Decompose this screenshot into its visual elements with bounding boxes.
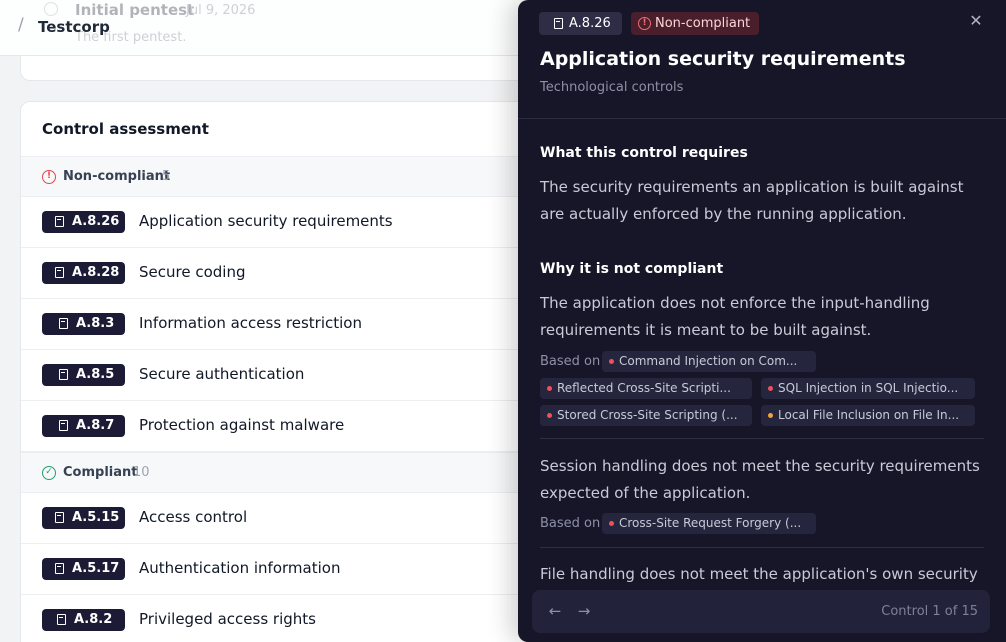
pentest-title: Initial pentest [75, 1, 195, 19]
control-code-badge: A.8.26 [42, 211, 125, 233]
control-title: Protection against malware [139, 416, 345, 434]
control-title: Information access restriction [139, 314, 362, 332]
group-label: Non-compliant [63, 169, 171, 184]
control-title: Application security requirements [139, 212, 393, 230]
control-title: Secure coding [139, 263, 246, 281]
evidence-chip[interactable]: Cross-Site Request Forgery (... [602, 513, 816, 534]
control-code-badge: A.8.26 [539, 12, 622, 35]
group-label: Compliant [63, 465, 138, 480]
close-icon: ✕ [969, 11, 983, 30]
document-icon [55, 267, 64, 278]
control-row[interactable]: A.8.7 Protection against malware [21, 401, 559, 452]
check-circle-icon: ✓ [42, 466, 56, 480]
control-row[interactable]: A.5.17 Authentication information [21, 544, 559, 595]
severity-dot [609, 521, 614, 526]
control-title: Authentication information [139, 559, 341, 577]
evidence-chip[interactable]: Command Injection on Com... [602, 351, 816, 372]
finding-text: Session handling does not meet the secur… [540, 457, 980, 502]
control-row[interactable]: A.8.28 Secure coding [21, 248, 559, 299]
drawer-footer: ← → Control 1 of 15 [532, 590, 990, 633]
section-heading-requires: What this control requires [540, 145, 748, 161]
document-icon [59, 420, 68, 431]
close-button[interactable]: ✕ [966, 10, 986, 32]
severity-dot [768, 413, 773, 418]
control-counter: Control 1 of 15 [881, 604, 978, 619]
document-icon [59, 318, 68, 329]
next-control-button[interactable]: → [573, 600, 595, 622]
card-title: Control assessment [42, 120, 209, 138]
evidence-chip[interactable]: Stored Cross-Site Scripting (... [540, 405, 752, 426]
finding-text: File handling does not meet the applicat… [540, 565, 978, 583]
control-code-badge: A.8.28 [42, 262, 125, 284]
pentest-card [20, 56, 560, 81]
document-icon [57, 614, 66, 625]
requires-text: The security requirements an application… [540, 178, 964, 223]
pentest-date: Jul 9, 2026 [186, 3, 256, 18]
control-row[interactable]: A.5.15 Access control [21, 493, 559, 544]
breadcrumb-separator: / [18, 15, 24, 35]
severity-dot [768, 386, 773, 391]
control-row[interactable]: A.8.26 Application security requirements [21, 197, 559, 248]
control-code-badge: A.8.5 [42, 364, 125, 386]
control-detail-drawer: A.8.26 ! Non-compliant ✕ Application sec… [518, 0, 1006, 642]
group-count: 10 [133, 465, 150, 480]
evidence-chip[interactable]: SQL Injection in SQL Injectio... [761, 378, 975, 399]
group-header-non-compliant[interactable]: ! Non-compliant 5 [21, 156, 559, 197]
divider [540, 547, 984, 548]
control-code-badge: A.5.15 [42, 507, 125, 529]
based-on-label: Based on [540, 516, 601, 531]
control-code-badge: A.8.2 [42, 609, 125, 631]
section-heading-why: Why it is not compliant [540, 261, 724, 277]
divider [518, 118, 1006, 119]
drawer-title: Application security requirements [540, 48, 906, 70]
control-title: Privileged access rights [139, 610, 316, 628]
document-icon [55, 563, 64, 574]
document-icon [55, 216, 64, 227]
based-on-label: Based on [540, 354, 601, 369]
arrow-left-icon: ← [548, 602, 562, 620]
finding-text: The application does not enforce the inp… [540, 294, 930, 339]
severity-dot [547, 413, 552, 418]
group-count: 5 [162, 169, 171, 184]
evidence-chip[interactable]: Local File Inclusion on File In... [761, 405, 975, 426]
control-code-badge: A.8.7 [42, 415, 125, 437]
severity-dot [609, 359, 614, 364]
control-row[interactable]: A.8.2 Privileged access rights [21, 595, 559, 642]
control-code-badge: A.5.17 [42, 558, 125, 580]
alert-circle-icon: ! [638, 17, 651, 30]
status-badge: ! Non-compliant [631, 12, 759, 35]
alert-circle-icon: ! [42, 170, 56, 184]
divider [540, 438, 984, 439]
control-assessment-card: Control assessment ! Non-compliant 5 A.8… [20, 101, 560, 642]
document-icon [554, 18, 563, 29]
severity-dot [547, 386, 552, 391]
breadcrumb-org[interactable]: Testcorp [38, 18, 110, 36]
document-icon [59, 369, 68, 380]
previous-control-button[interactable]: ← [544, 600, 566, 622]
control-category: Technological controls [540, 80, 684, 95]
document-icon [55, 512, 64, 523]
pentest-status-icon [44, 2, 58, 16]
arrow-right-icon: → [577, 602, 591, 620]
control-code-badge: A.8.3 [42, 313, 125, 335]
control-title: Access control [139, 508, 248, 526]
control-row[interactable]: A.8.3 Information access restriction [21, 299, 559, 350]
control-row[interactable]: A.8.5 Secure authentication [21, 350, 559, 401]
evidence-chip[interactable]: Reflected Cross-Site Scripti... [540, 378, 752, 399]
group-header-compliant[interactable]: ✓ Compliant 10 [21, 452, 559, 493]
control-title: Secure authentication [139, 365, 305, 383]
